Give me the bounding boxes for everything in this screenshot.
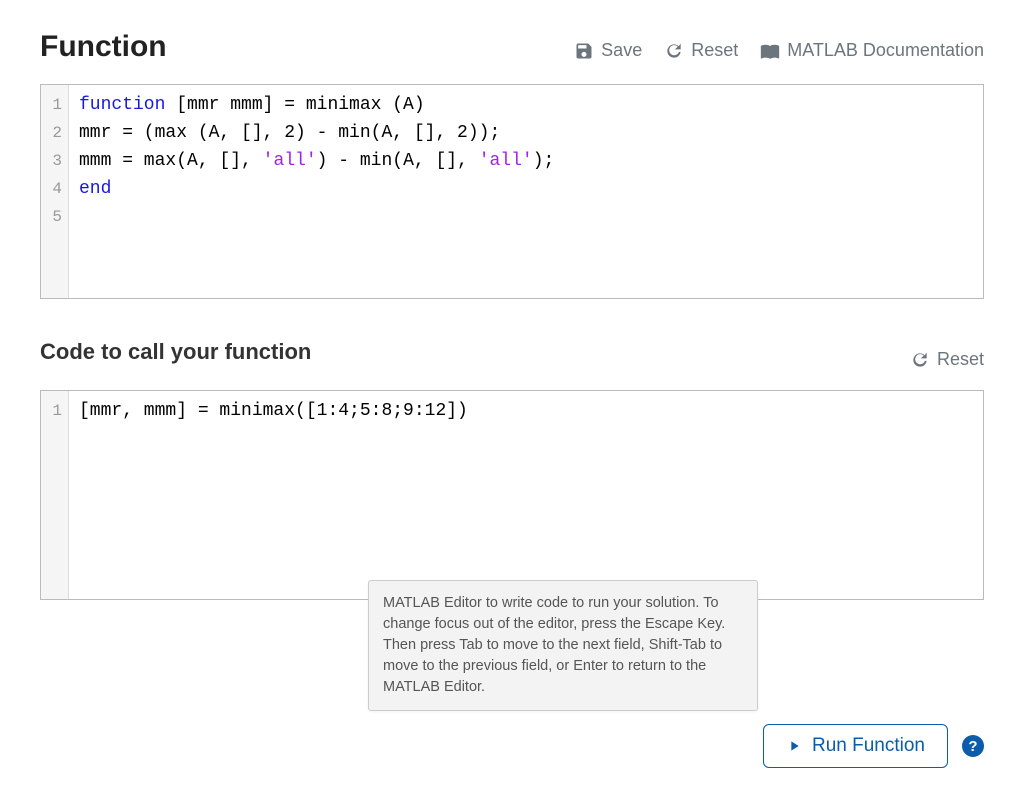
call-title: Code to call your function (40, 339, 311, 365)
function-editor-code[interactable]: function [mmr mmm] = minimax (A) mmr = (m… (69, 85, 983, 298)
code-token: mmm = max(A, [], (79, 151, 263, 171)
reset-label: Reset (691, 40, 738, 61)
code-token: [mmr, mmm] = minimax([1:4;5:8;9:12]) (79, 401, 468, 421)
code-line[interactable]: mmm = max(A, [], 'all') - min(A, [], 'al… (79, 147, 973, 175)
function-editor-gutter: 12345 (41, 85, 69, 298)
reset-button[interactable]: Reset (664, 40, 738, 61)
docs-button[interactable]: MATLAB Documentation (760, 40, 984, 61)
call-section-header: Code to call your function Reset (40, 339, 984, 370)
call-reset-button[interactable]: Reset (910, 349, 984, 370)
code-line[interactable] (79, 203, 973, 231)
function-section-header: Function Save Reset MATLAB Documentation (40, 30, 984, 64)
help-label: ? (968, 738, 977, 755)
footer-row: Run Function ? (763, 724, 984, 768)
help-button[interactable]: ? (962, 735, 984, 757)
code-token: end (79, 179, 111, 199)
function-title: Function (40, 30, 167, 64)
function-toolbar: Save Reset MATLAB Documentation (574, 30, 984, 61)
call-toolbar: Reset (910, 339, 984, 370)
editor-tooltip: MATLAB Editor to write code to run your … (368, 580, 758, 711)
line-number: 1 (47, 397, 62, 425)
docs-label: MATLAB Documentation (787, 40, 984, 61)
call-reset-label: Reset (937, 349, 984, 370)
reset-icon (910, 350, 930, 370)
code-token: ) - min(A, [], (317, 151, 479, 171)
save-button[interactable]: Save (574, 40, 642, 61)
function-editor[interactable]: 12345 function [mmr mmm] = minimax (A) mm… (40, 84, 984, 299)
reset-icon (664, 41, 684, 61)
line-number: 4 (47, 175, 62, 203)
call-editor[interactable]: 1 [mmr, mmm] = minimax([1:4;5:8;9:12]) (40, 390, 984, 600)
run-function-button[interactable]: Run Function (763, 724, 948, 768)
line-number: 5 (47, 203, 62, 231)
code-line[interactable]: function [mmr mmm] = minimax (A) (79, 91, 973, 119)
save-icon (574, 41, 594, 61)
line-number: 2 (47, 119, 62, 147)
code-token: function (79, 95, 165, 115)
save-label: Save (601, 40, 642, 61)
code-line[interactable]: end (79, 175, 973, 203)
code-token: 'all' (263, 151, 317, 171)
book-icon (760, 41, 780, 61)
line-number: 1 (47, 91, 62, 119)
code-line[interactable]: [mmr, mmm] = minimax([1:4;5:8;9:12]) (79, 397, 973, 425)
code-token: 'all' (479, 151, 533, 171)
code-token: [mmr mmm] = minimax (A) (165, 95, 424, 115)
code-token: ); (533, 151, 555, 171)
tooltip-text: MATLAB Editor to write code to run your … (383, 595, 725, 695)
code-token: mmr = (max (A, [], 2) - min(A, [], 2)); (79, 123, 500, 143)
code-line[interactable]: mmr = (max (A, [], 2) - min(A, [], 2)); (79, 119, 973, 147)
call-editor-gutter: 1 (41, 391, 69, 599)
call-editor-code[interactable]: [mmr, mmm] = minimax([1:4;5:8;9:12]) (69, 391, 983, 599)
run-label: Run Function (812, 735, 925, 757)
play-icon (786, 738, 802, 754)
line-number: 3 (47, 147, 62, 175)
